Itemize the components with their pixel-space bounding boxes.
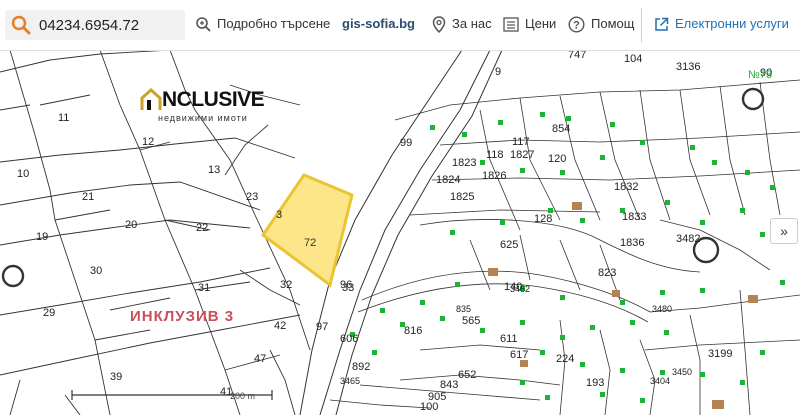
svg-text:9: 9 — [495, 66, 501, 78]
help-link[interactable]: ? Помощ — [568, 15, 634, 33]
svg-text:?: ? — [573, 19, 580, 31]
scale-label: 200 m — [230, 391, 256, 401]
svg-text:1832: 1832 — [614, 181, 638, 193]
help-label: Помощ — [591, 16, 635, 31]
svg-text:3482: 3482 — [676, 233, 700, 245]
svg-text:39: 39 — [110, 371, 122, 383]
svg-text:823: 823 — [598, 267, 616, 279]
svg-text:193: 193 — [586, 377, 604, 389]
svg-text:128: 128 — [534, 213, 552, 225]
svg-text:3: 3 — [276, 209, 282, 221]
svg-text:30: 30 — [90, 265, 102, 277]
svg-text:843: 843 — [440, 379, 458, 391]
svg-text:100: 100 — [420, 401, 438, 413]
house-logo-icon — [140, 88, 162, 110]
svg-text:854: 854 — [552, 123, 570, 135]
brand-label: gis-sofia.bg — [342, 16, 415, 31]
e-services-label: Електронни услуги — [675, 16, 789, 31]
svg-text:3450: 3450 — [672, 367, 692, 377]
svg-text:3404: 3404 — [650, 376, 670, 386]
svg-text:29: 29 — [43, 307, 55, 319]
svg-text:1824: 1824 — [436, 174, 460, 186]
top-toolbar: Подробно търсене gis-sofia.bg За нас Цен… — [0, 0, 800, 51]
svg-text:10: 10 — [17, 168, 29, 180]
svg-text:№73: №73 — [748, 69, 772, 81]
svg-text:31: 31 — [198, 282, 210, 294]
svg-text:23: 23 — [246, 191, 258, 203]
detailed-search-link[interactable]: Подробно търсене — [195, 15, 330, 33]
logo-wordmark: NCLUSIVE — [162, 88, 265, 111]
svg-text:625: 625 — [500, 239, 518, 251]
selected-parcel-label: 72 — [304, 237, 316, 249]
svg-text:47: 47 — [254, 353, 266, 365]
svg-text:1823: 1823 — [452, 157, 476, 169]
svg-text:32: 32 — [280, 279, 292, 291]
svg-text:118: 118 — [486, 149, 504, 161]
watermark-caption: ИНКЛУЗИВ 3 — [130, 308, 235, 325]
svg-text:1833: 1833 — [622, 211, 646, 223]
svg-text:1826: 1826 — [482, 170, 506, 182]
svg-text:611: 611 — [500, 333, 518, 345]
svg-text:3136: 3136 — [676, 61, 700, 73]
location-pin-icon — [432, 15, 446, 33]
svg-text:19: 19 — [36, 231, 48, 243]
svg-text:120: 120 — [548, 153, 566, 165]
prices-label: Цени — [525, 16, 557, 31]
prices-link[interactable]: Цени — [503, 15, 556, 33]
svg-text:747: 747 — [568, 50, 586, 61]
svg-text:652: 652 — [458, 369, 476, 381]
svg-text:565: 565 — [462, 315, 480, 327]
about-link[interactable]: За нас — [432, 15, 492, 33]
svg-text:3480: 3480 — [652, 304, 672, 314]
search-box[interactable] — [5, 10, 185, 40]
logo-subtitle: недвижими имоти — [158, 113, 248, 123]
svg-text:816: 816 — [404, 325, 422, 337]
svg-text:224: 224 — [556, 353, 574, 365]
toolbar-divider — [641, 8, 642, 42]
svg-text:1836: 1836 — [620, 237, 644, 249]
svg-text:1827: 1827 — [510, 149, 534, 161]
expand-panel-button[interactable]: » — [770, 218, 798, 244]
svg-text:606: 606 — [340, 333, 358, 345]
svg-text:20: 20 — [125, 219, 137, 231]
detailed-search-label: Подробно търсене — [217, 16, 331, 31]
zoom-search-icon — [196, 17, 211, 32]
brand-link[interactable]: gis-sofia.bg — [342, 15, 415, 33]
svg-text:617: 617 — [510, 349, 528, 361]
selected-parcel[interactable] — [260, 173, 354, 288]
svg-text:12: 12 — [142, 136, 154, 148]
svg-text:42: 42 — [274, 320, 286, 332]
svg-text:3199: 3199 — [708, 348, 732, 360]
svg-text:835: 835 — [456, 304, 471, 314]
price-list-icon — [503, 16, 519, 32]
svg-text:1825: 1825 — [450, 191, 474, 203]
help-icon: ? — [568, 15, 585, 33]
svg-text:22: 22 — [196, 222, 208, 234]
svg-text:117: 117 — [512, 136, 530, 148]
svg-text:140: 140 — [504, 281, 522, 293]
about-label: За нас — [452, 16, 492, 31]
svg-text:97: 97 — [316, 321, 328, 333]
agency-logo: NCLUSIVE недвижими имоти — [140, 88, 265, 123]
svg-text:21: 21 — [82, 191, 94, 203]
svg-text:892: 892 — [352, 361, 370, 373]
svg-text:104: 104 — [624, 53, 642, 65]
search-icon[interactable] — [11, 15, 31, 35]
svg-text:96: 96 — [340, 279, 352, 291]
search-input[interactable] — [39, 16, 179, 34]
svg-text:3465: 3465 — [340, 376, 360, 386]
svg-text:99: 99 — [400, 137, 412, 149]
svg-text:11: 11 — [58, 112, 69, 124]
cadastral-map[interactable]: 11 12 13 10 21 23 20 22 19 30 29 31 32 4… — [0, 50, 800, 415]
map-canvas: 11 12 13 10 21 23 20 22 19 30 29 31 32 4… — [0, 50, 800, 415]
e-services-link[interactable]: Електронни услуги — [654, 15, 789, 33]
svg-text:13: 13 — [208, 164, 220, 176]
chevron-double-right-icon: » — [780, 223, 788, 239]
external-link-icon — [655, 17, 669, 31]
